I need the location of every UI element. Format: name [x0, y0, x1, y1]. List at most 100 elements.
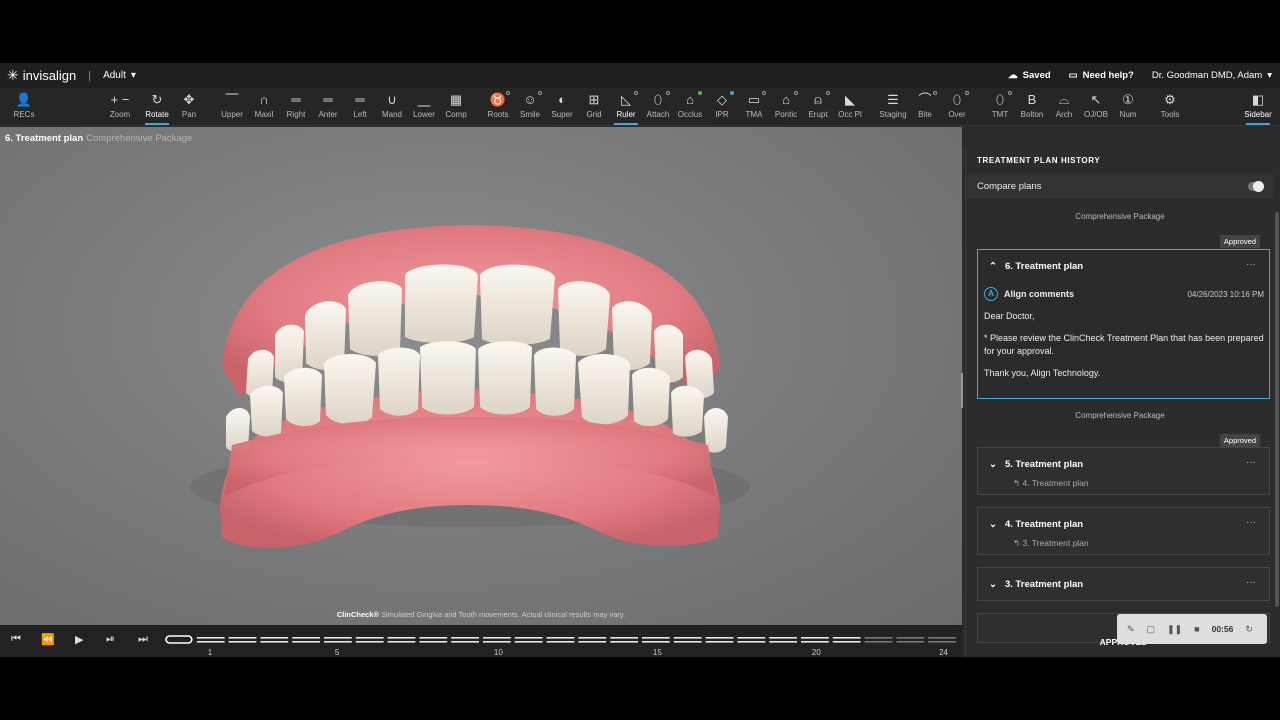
stage-tick[interactable] [451, 641, 479, 643]
stage-tick[interactable] [228, 637, 257, 639]
stage-tick[interactable] [419, 641, 448, 643]
plan-card-4[interactable]: ⌄ 4. Treatment plan ··· ↰ 3. Treatment p… [977, 507, 1270, 555]
toolbar-recs-button[interactable]: 👤 RECs [4, 91, 44, 119]
current-stage-marker[interactable] [165, 635, 193, 644]
panel-resize-handle[interactable] [961, 373, 963, 408]
step-forward-icon[interactable]: ⏯ [106, 633, 115, 646]
stage-tick[interactable] [928, 641, 956, 643]
stage-tick[interactable] [514, 641, 543, 643]
plan-card-title: 3. Treatment plan [1004, 579, 1084, 590]
stage-tick[interactable] [864, 641, 893, 643]
stage-tick[interactable] [260, 641, 289, 643]
pen-icon[interactable]: ✎ [1127, 624, 1135, 635]
stage-tick[interactable] [292, 641, 320, 643]
stage-tick[interactable] [483, 637, 511, 639]
compare-plans-toggle[interactable] [1248, 181, 1264, 192]
stage-tick[interactable] [292, 637, 320, 639]
stage-tick[interactable] [610, 637, 638, 639]
more-options-icon[interactable]: ··· [1246, 457, 1256, 468]
pause-icon[interactable]: ❚❚ [1167, 624, 1182, 635]
stage-tick[interactable] [610, 641, 638, 643]
mode-label: Adult [103, 70, 126, 81]
stage-tick[interactable] [387, 637, 416, 639]
mode-dropdown[interactable]: Adult ▾ [103, 70, 136, 81]
toolbar-tools-button[interactable]: ⚙ Tools [1150, 91, 1190, 119]
stage-tick[interactable] [324, 637, 352, 639]
dental-model[interactable] [0, 127, 962, 625]
toolbar-num-button[interactable]: ① Num [1108, 91, 1148, 119]
stage-tick[interactable] [578, 637, 607, 639]
chevron-up-icon[interactable]: ⌃ [989, 261, 997, 272]
stage-tick[interactable] [451, 637, 479, 639]
stage-tick[interactable] [737, 637, 766, 639]
stage-tick[interactable] [324, 641, 352, 643]
plan-card-title: 5. Treatment plan [1004, 459, 1084, 470]
more-options-icon[interactable]: ··· [1246, 517, 1256, 528]
stage-tick[interactable] [228, 641, 257, 643]
play-icon[interactable]: ▶ [75, 633, 83, 646]
plan-card-3[interactable]: ⌄ 3. Treatment plan ··· [977, 567, 1270, 601]
stage-tick[interactable] [196, 637, 225, 639]
toolbar-pan-button[interactable]: ✥ Pan [169, 91, 209, 119]
stage-track[interactable] [164, 635, 959, 645]
toolbar: 👤 RECs + − Zoom ↻ Rotate ✥ Pan ⎺ Upper ∩ Maxil ═ Righ… [0, 88, 1280, 126]
restart-icon[interactable]: ↻ [1245, 624, 1253, 635]
stage-tick[interactable] [514, 637, 543, 639]
stage-tick[interactable] [642, 641, 670, 643]
stage-tick[interactable] [546, 637, 575, 639]
stop-icon[interactable]: ■ [1194, 624, 1199, 634]
camera-icon[interactable]: ▢ [1147, 624, 1156, 635]
toolbar-comp-button[interactable]: ▦ Comp [436, 91, 476, 119]
stage-tick[interactable] [928, 637, 956, 639]
clincheck-disclaimer: ClinCheck® Simulated Gingiva and Tooth m… [0, 610, 962, 619]
comment-author: Align comments [1004, 289, 1075, 299]
toolbar-occ-pl-button[interactable]: ◣ Occ Pl [830, 91, 870, 119]
stage-tick[interactable] [260, 637, 289, 639]
stage-tick[interactable] [737, 641, 766, 643]
stage-tick[interactable] [355, 637, 384, 639]
stage-tick[interactable] [673, 641, 702, 643]
toolbar-zoom-button[interactable]: + − Zoom [100, 91, 140, 119]
more-options-icon[interactable]: ··· [1246, 577, 1256, 588]
stage-tick[interactable] [769, 641, 797, 643]
plan-card-5[interactable]: ⌄ 5. Treatment plan ··· ↰ 4. Treatment p… [977, 447, 1270, 495]
stage-tick[interactable] [483, 641, 511, 643]
stage-tick[interactable] [355, 641, 384, 643]
stage-tick[interactable] [896, 637, 925, 639]
stage-tick[interactable] [896, 641, 925, 643]
step-back-icon[interactable]: ⏪ [41, 633, 55, 646]
chevron-down-icon[interactable]: ⌄ [989, 459, 997, 470]
stage-tick[interactable] [387, 641, 416, 643]
toolbar-over-button[interactable]: ⬯ Over [937, 91, 977, 119]
stage-tick[interactable] [419, 637, 448, 639]
stage-tick[interactable] [578, 641, 607, 643]
stage-tick[interactable] [546, 641, 575, 643]
skip-to-end-icon[interactable]: ⏭ [138, 633, 148, 646]
help-button[interactable]: ▭ Need help? [1069, 70, 1134, 81]
stage-tick[interactable] [801, 637, 829, 639]
align-comment: A Align comments 04/26/2023 10:16 PM Dea… [984, 287, 1264, 380]
stage-tick[interactable] [673, 637, 702, 639]
stage-tick[interactable] [832, 641, 861, 643]
stage-tick[interactable] [196, 641, 225, 643]
stage-tick[interactable] [705, 641, 734, 643]
stage-tick[interactable] [801, 641, 829, 643]
comment-greeting: Dear Doctor, [984, 311, 1035, 321]
sidebar-scrollbar[interactable] [1275, 212, 1279, 607]
user-menu[interactable]: Dr. Goodman DMD, Adam ▾ [1152, 70, 1272, 81]
stage-tick[interactable] [832, 637, 861, 639]
stage-tick[interactable] [769, 637, 797, 639]
toolbar-label: RECs [13, 110, 35, 119]
more-options-icon[interactable]: ··· [1246, 259, 1256, 270]
stage-tick[interactable] [642, 637, 670, 639]
toolbar-sidebar-button[interactable]: ◧ Sidebar [1238, 91, 1278, 125]
stage-tick[interactable] [864, 637, 893, 639]
occ-plane-icon: ◣ [845, 92, 855, 107]
skip-to-start-icon[interactable]: ⏮ [11, 633, 21, 646]
3d-viewport[interactable]: 6. Treatment planComprehensive Package [0, 127, 962, 625]
chevron-down-icon[interactable]: ⌄ [989, 579, 997, 590]
plan-card-6[interactable]: ⌃ 6. Treatment plan ··· A Align comments… [977, 249, 1270, 399]
compare-plans-row: Compare plans [966, 174, 1274, 199]
chevron-down-icon[interactable]: ⌄ [989, 519, 997, 530]
stage-tick[interactable] [705, 637, 734, 639]
